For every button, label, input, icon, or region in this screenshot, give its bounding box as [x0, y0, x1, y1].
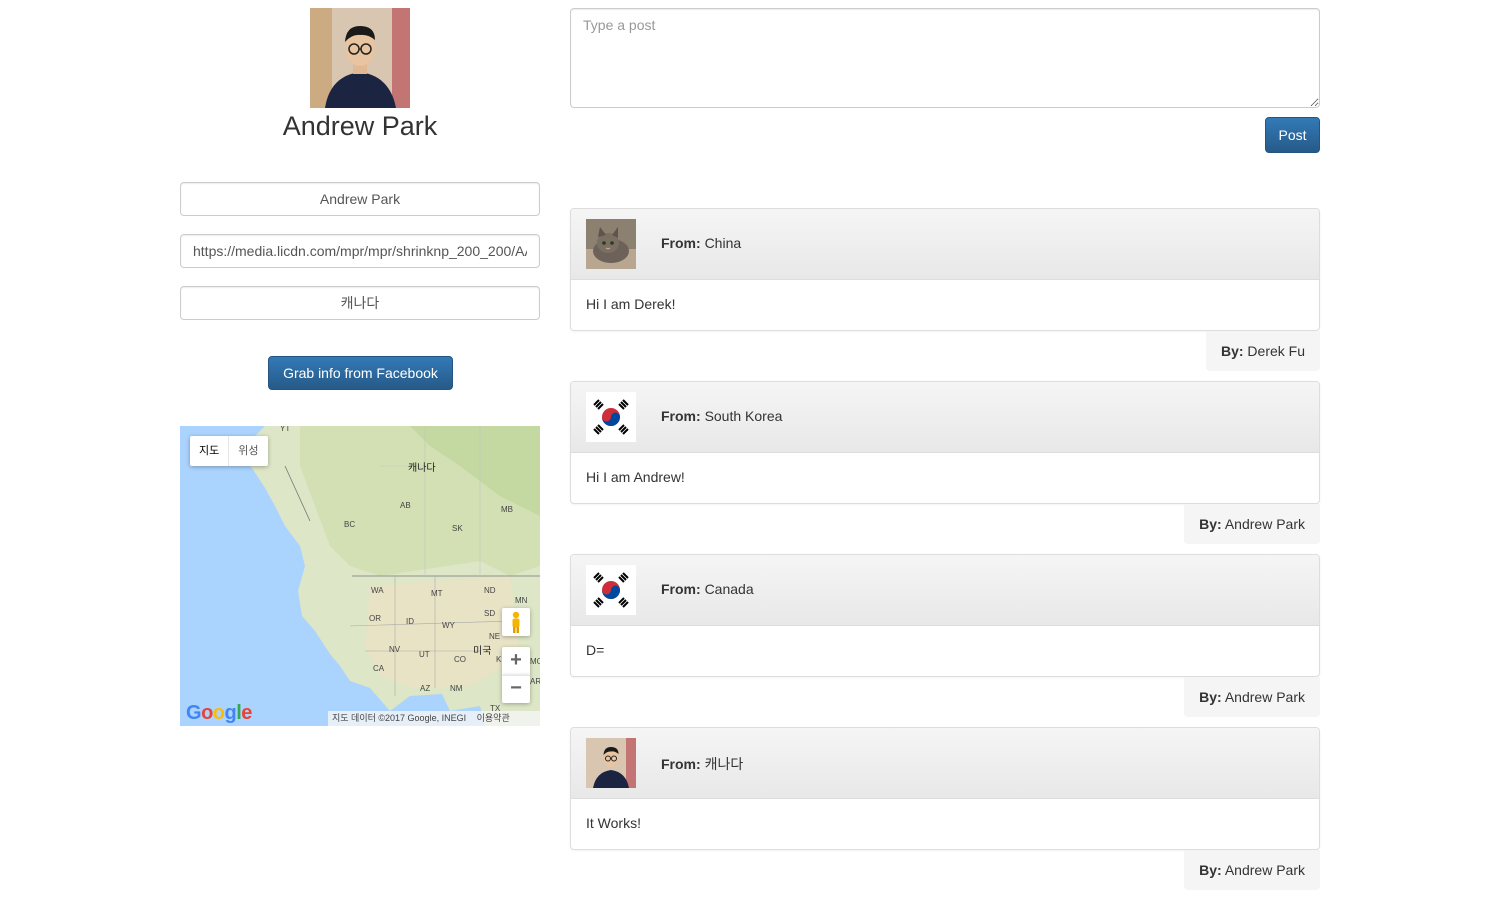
by-label: By: [1199, 689, 1222, 705]
cat-photo-icon [586, 219, 636, 269]
map-label: K [496, 655, 502, 664]
map-label: UT [419, 650, 430, 659]
map-label: ID [406, 617, 414, 626]
post-author-name: Derek Fu [1247, 343, 1305, 359]
post-author: By: Andrew Park [1184, 850, 1320, 890]
zoom-out-button[interactable]: − [502, 675, 530, 703]
post-author: By: Derek Fu [1205, 331, 1320, 371]
map-label: SD [484, 609, 496, 618]
map-label: CO [454, 655, 466, 664]
post-body: Hi I am Andrew! [586, 469, 685, 485]
location-field[interactable] [180, 286, 540, 320]
map-label: AB [400, 501, 411, 510]
profile-name: Andrew Park [282, 111, 438, 141]
map-terrain [180, 426, 540, 726]
map-label: YT [280, 426, 291, 433]
post-author-name: Andrew Park [1224, 689, 1305, 705]
map-label: CA [373, 664, 385, 673]
korean-flag-icon [586, 392, 636, 442]
post-body: Hi I am Derek! [586, 296, 676, 312]
map-type-control: 지도 위성 [190, 436, 268, 466]
map-label: SK [452, 524, 463, 533]
post-from: From: Canada [661, 581, 754, 597]
from-label: From: [661, 235, 701, 251]
post-card: From: South Korea Hi I am Andrew! [570, 381, 1320, 504]
post-from-value: China [704, 235, 742, 251]
map-type-satellite-button[interactable]: 위성 [228, 436, 267, 466]
post-from: From: China [661, 235, 741, 251]
map-attribution: 지도 데이터 ©2017 Google, INEGI 이용약관 [328, 711, 540, 726]
map-label: WA [371, 586, 384, 595]
post-author: By: Andrew Park [1184, 677, 1320, 717]
map-label: BC [344, 520, 356, 529]
map-label: MB [501, 505, 513, 514]
post-from: From: South Korea [661, 408, 782, 424]
map-label: MO [530, 657, 540, 666]
map-label: MT [431, 589, 443, 598]
profile-avatar [310, 8, 410, 108]
post-heading: From: 캐나다 [571, 728, 1319, 799]
map-label: MN [515, 596, 528, 605]
name-field[interactable] [180, 182, 540, 216]
map-label: ND [484, 586, 496, 595]
map-label: AR [530, 677, 540, 686]
post-card: From: Canada D= [570, 554, 1320, 677]
by-label: By: [1199, 516, 1222, 532]
post-card: From: China Hi I am Derek! [570, 208, 1320, 331]
post-heading: From: Canada [571, 555, 1319, 626]
svg-text:Google: Google [186, 702, 252, 724]
map-data-credit: 지도 데이터 ©2017 Google, INEGI [332, 713, 467, 723]
post-heading: From: China [571, 209, 1319, 280]
map-label: NM [450, 684, 463, 693]
by-label: By: [1199, 862, 1222, 878]
grab-facebook-info-button[interactable]: Grab info from Facebook [268, 356, 453, 390]
map-label: 미국 [473, 646, 492, 657]
post-body: D= [586, 642, 605, 658]
by-label: By: [1220, 343, 1244, 359]
post-author: By: Andrew Park [1184, 504, 1320, 544]
post-input[interactable] [570, 8, 1320, 108]
google-logo: Google [186, 700, 256, 726]
location-map[interactable]: 캐나다 미국 AB BC SK MB WA MT ND MN OR ID SD … [180, 426, 540, 726]
street-view-pegman-icon[interactable] [502, 608, 530, 636]
post-from-value: 캐나다 [704, 756, 744, 772]
post-card: From: 캐나다 It Works! [570, 727, 1320, 850]
post-heading: From: South Korea [571, 382, 1319, 453]
from-label: From: [661, 581, 701, 597]
map-label: 캐나다 [408, 463, 436, 474]
post-from-value: Canada [704, 581, 754, 597]
from-label: From: [661, 756, 701, 772]
post-body: It Works! [586, 815, 641, 831]
photo-url-field[interactable] [180, 234, 540, 268]
map-terms-link[interactable]: 이용약관 [477, 713, 510, 723]
post-author-name: Andrew Park [1224, 516, 1305, 532]
map-label: OR [369, 614, 381, 623]
map-type-roadmap-button[interactable]: 지도 [190, 436, 228, 466]
post-button[interactable]: Post [1265, 117, 1320, 153]
post-author-name: Andrew Park [1224, 862, 1305, 878]
zoom-in-button[interactable]: + [502, 647, 530, 675]
map-label: NE [489, 632, 501, 641]
from-label: From: [661, 408, 701, 424]
post-from: From: 캐나다 [661, 754, 743, 774]
map-label: WY [442, 621, 455, 630]
map-label: AZ [420, 684, 431, 693]
post-from-value: South Korea [704, 408, 783, 424]
map-label: NV [389, 645, 401, 654]
korean-flag-icon [586, 565, 636, 615]
profile-photo-icon [586, 738, 636, 788]
